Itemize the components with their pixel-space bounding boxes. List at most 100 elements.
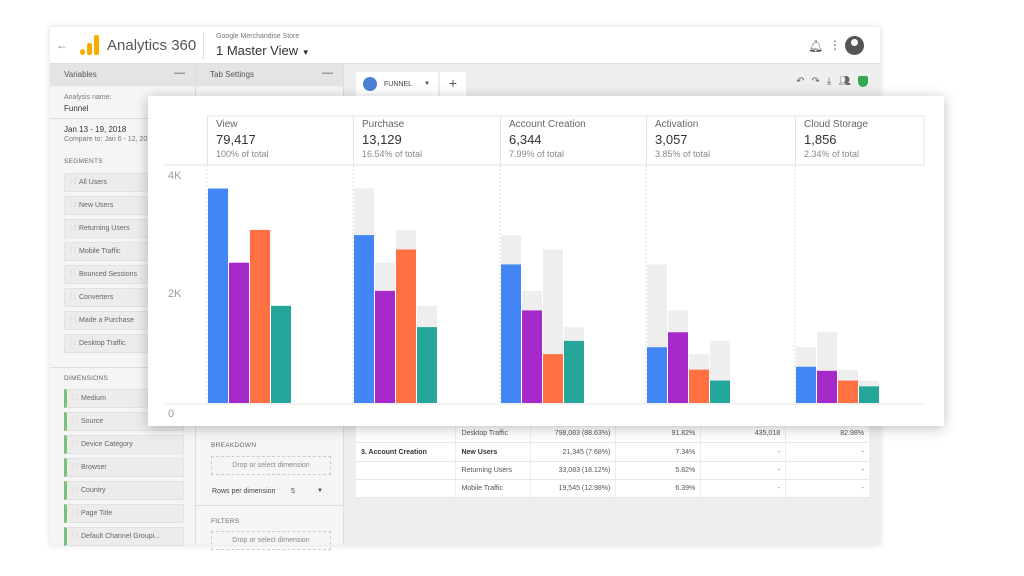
share-users-icon[interactable]: 👥︎ <box>838 76 858 87</box>
funnel-bar[interactable] <box>564 340 584 403</box>
breakdown-title: BREAKDOWN <box>211 442 257 449</box>
table-cell <box>356 424 457 444</box>
tab-settings-header: Tab Settings — <box>196 64 343 86</box>
rows-per-dimension-select[interactable]: 5 ▼ <box>291 485 327 499</box>
rows-per-dimension-label: Rows per dimension <box>212 488 276 495</box>
step-total: 13,129 <box>362 132 402 147</box>
step-total: 1,856 <box>804 132 837 147</box>
funnel-bar[interactable] <box>543 354 563 403</box>
table-cell: 19,545 (12.98%) <box>530 479 617 499</box>
step-name: Activation <box>655 119 699 130</box>
table-row: Desktop Traffic 798,083 (88.63%) 91.82% 435… <box>356 424 870 444</box>
table-cell: Mobile Traffic <box>455 479 532 499</box>
minimize-icon[interactable]: — <box>322 67 333 79</box>
funnel-bar[interactable] <box>859 386 879 403</box>
funnel-bar[interactable] <box>417 327 437 403</box>
segments-title: SEGMENTS <box>64 158 103 165</box>
view-selector[interactable]: 1 Master View ▼ <box>216 43 310 58</box>
compare-range: Compare to: Jan 6 - 12, 2018 <box>64 136 156 143</box>
step-header: Account Creation 6,344 7.99% of total <box>500 116 646 165</box>
step-name: View <box>216 119 238 130</box>
funnel-bar[interactable] <box>250 229 270 403</box>
y-tick-label: 2K <box>168 288 182 300</box>
table-row: 3. Account Creation New Users 21,345 (7.68… <box>356 442 870 462</box>
funnel-bar[interactable] <box>396 249 416 403</box>
divider <box>203 32 204 59</box>
step-name: Account Creation <box>509 119 586 130</box>
table-cell: - <box>785 479 870 499</box>
table-cell: - <box>785 442 870 462</box>
y-tick-label: 4K <box>168 170 182 182</box>
more-vert-icon[interactable]: ⋮ <box>829 38 841 52</box>
dimension-chip[interactable]: Default Channel Groupi... <box>64 527 184 546</box>
analytics-logo <box>80 35 102 55</box>
panel-title: Variables <box>64 70 97 79</box>
avatar[interactable] <box>845 36 864 55</box>
tab-label: FUNNEL <box>384 81 413 88</box>
funnel-bar[interactable] <box>375 290 395 403</box>
step-total: 79,417 <box>216 132 256 147</box>
step-header: View 79,417 100% of total <box>207 116 353 165</box>
dimension-chip[interactable]: Page Title <box>64 504 184 523</box>
caret-down-icon: ▼ <box>301 48 310 57</box>
funnel-bar[interactable] <box>647 347 667 403</box>
funnel-bar[interactable] <box>271 305 291 403</box>
analysis-name[interactable]: Funnel <box>64 104 88 113</box>
step-header: Purchase 13,129 16.54% of total <box>353 116 500 165</box>
panel-title: Tab Settings <box>210 70 255 79</box>
step-name: Purchase <box>362 119 405 130</box>
view-name: 1 Master View <box>216 43 299 58</box>
funnel-bar[interactable] <box>796 366 816 403</box>
step-header: Cloud Storage 1,856 2.34% of total <box>795 116 924 165</box>
dimension-chip[interactable]: Country <box>64 481 184 500</box>
rows-value: 5 <box>291 488 295 495</box>
table-cell: - <box>700 442 787 462</box>
dimension-chip[interactable]: Browser <box>64 458 184 477</box>
step-percent: 100% of total <box>216 149 269 159</box>
table-cell: 6.39% <box>615 479 702 499</box>
top-header: ← Analytics 360 Google Merchandise Store… <box>50 27 880 64</box>
table-cell: - <box>700 461 787 480</box>
funnel-bar[interactable] <box>689 369 709 403</box>
divider <box>196 505 344 506</box>
funnel-bar[interactable] <box>668 332 688 403</box>
step-total: 3,057 <box>655 132 688 147</box>
funnel-bar[interactable] <box>817 370 837 403</box>
undo-icon[interactable]: ↶ <box>796 76 811 87</box>
funnel-bar[interactable] <box>710 380 730 403</box>
add-tab-button[interactable]: + <box>440 72 466 96</box>
table-cell: 82.98% <box>785 424 870 444</box>
table-row: Returning Users 33,083 (18.12%) 5.82% - - <box>356 461 870 480</box>
date-range[interactable]: Jan 13 - 19, 2018 <box>64 125 126 134</box>
table-cell: 798,083 (88.63%) <box>530 424 617 444</box>
funnel-chart-card: 0 2K 4K View 79,417 100% of total Purchase 13,… <box>148 96 944 426</box>
caret-down-icon: ▼ <box>317 488 323 494</box>
minimize-icon[interactable]: — <box>174 67 185 79</box>
step-percent: 7.99% of total <box>509 149 565 159</box>
download-icon[interactable]: ⤓ <box>827 76 838 87</box>
table-cell: 435,018 <box>700 424 787 444</box>
table-cell <box>356 479 457 499</box>
table-cell: 3. Account Creation <box>356 442 457 462</box>
funnel-bar[interactable] <box>501 264 521 403</box>
step-header: Activation 3,057 3.85% of total <box>646 116 795 165</box>
table-cell: 21,345 (7.68%) <box>530 442 617 462</box>
account-name: Google Merchandise Store <box>216 33 300 40</box>
tab-funnel[interactable]: FUNNEL ▼ <box>356 72 438 96</box>
funnel-icon <box>363 77 377 91</box>
filters-drop-zone[interactable]: Drop or select dimension <box>211 531 331 550</box>
breakdown-drop-zone[interactable]: Drop or select dimension <box>211 456 331 475</box>
redo-icon[interactable]: ↷ <box>811 76 826 87</box>
funnel-bar[interactable] <box>208 188 228 403</box>
table-cell: 33,083 (18.12%) <box>530 461 617 480</box>
step-percent: 3.85% of total <box>655 149 711 159</box>
bell-icon[interactable]: 🔔︎ <box>808 39 823 53</box>
funnel-bar[interactable] <box>838 380 858 403</box>
funnel-bar[interactable] <box>354 235 374 403</box>
table-cell: - <box>785 461 870 480</box>
funnel-bar[interactable] <box>522 310 542 403</box>
funnel-bar[interactable] <box>229 262 249 403</box>
back-arrow-icon[interactable]: ← <box>56 38 68 52</box>
table-cell: 5.82% <box>615 461 702 480</box>
dimension-chip[interactable]: Device Category <box>64 435 184 454</box>
